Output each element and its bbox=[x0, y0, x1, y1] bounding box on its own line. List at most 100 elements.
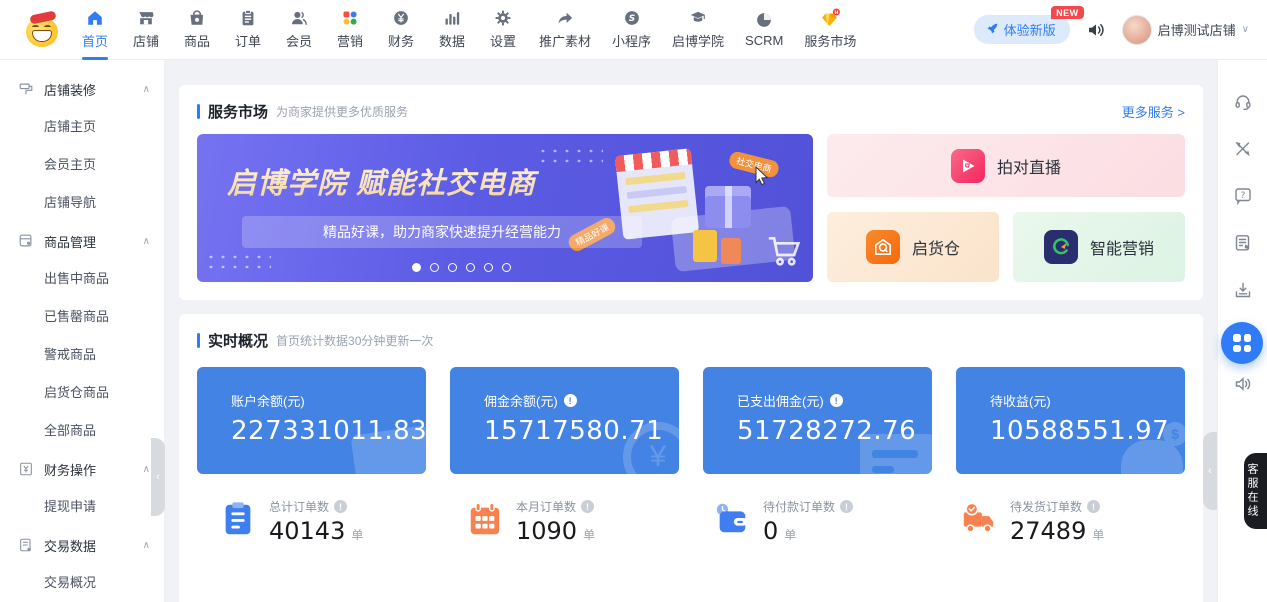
carousel-dots[interactable] bbox=[412, 263, 511, 272]
sidebar-item-goods-warning[interactable]: 警戒商品 bbox=[0, 336, 164, 374]
graduation-cap-icon bbox=[689, 9, 707, 27]
sidebar-item-goods-onsale[interactable]: 出售中商品 bbox=[0, 260, 164, 298]
orders-total-icon bbox=[219, 500, 257, 543]
chevron-down-icon: ∨ bbox=[1241, 24, 1249, 35]
topnav-item-service-market[interactable]: H 服务市场 bbox=[802, 0, 858, 60]
info-icon[interactable]: ! bbox=[1087, 500, 1101, 513]
feedback-form-icon[interactable] bbox=[1233, 233, 1253, 253]
topnav-item-goods[interactable]: 商品 bbox=[180, 0, 214, 60]
shop-selector[interactable]: 启博测试店铺 ∨ bbox=[1121, 14, 1249, 45]
info-icon[interactable]: ! bbox=[829, 394, 843, 407]
info-icon[interactable]: ! bbox=[840, 500, 854, 513]
topnav-item-scrm[interactable]: SCRM bbox=[743, 0, 785, 60]
topnav-item-orders[interactable]: 订单 bbox=[231, 0, 265, 60]
realtime-header: 实时概况 首页统计数据30分钟更新一次 bbox=[179, 314, 1203, 363]
try-new-version-button[interactable]: 体验新版 NEW bbox=[973, 6, 1084, 44]
service-live-card[interactable]: 拍对直播 bbox=[827, 134, 1185, 197]
sidebar-group-finance[interactable]: 财务操作 ∧ bbox=[0, 450, 164, 488]
balance-stat-row: 账户余额(元) 227331011.83 佣金余额(元)! 15717580.7… bbox=[179, 363, 1203, 474]
sidebar-item-trade-overview[interactable]: 交易概况 bbox=[0, 564, 164, 602]
service-market-header: 服务市场 为商家提供更多优质服务 更多服务 > bbox=[179, 85, 1203, 134]
chevron-up-icon: ∧ bbox=[142, 235, 150, 247]
svg-text:S: S bbox=[628, 14, 634, 24]
main-content: 服务市场 为商家提供更多优质服务 更多服务 > 精品好课 社交电商 启博学院 赋… bbox=[165, 60, 1217, 602]
warehouse-icon bbox=[865, 229, 900, 264]
stat-orders-unshipped[interactable]: 待发货订单数! 27489 单 bbox=[938, 498, 1185, 545]
promo-banner[interactable]: 精品好课 社交电商 启博学院 赋能社交电商 精品好课，助力商家快速提升经营能力 bbox=[197, 134, 813, 282]
apps-launcher-button[interactable] bbox=[1221, 322, 1263, 364]
topnav-item-shop[interactable]: 店铺 bbox=[129, 0, 163, 60]
stat-account-balance[interactable]: 账户余额(元) 227331011.83 bbox=[197, 367, 426, 474]
orders-unpaid-icon bbox=[713, 500, 751, 543]
marketing-icon bbox=[341, 9, 359, 27]
info-icon[interactable]: ! bbox=[334, 500, 348, 513]
rocket-icon bbox=[986, 22, 999, 38]
topnav-item-data[interactable]: 数据 bbox=[435, 0, 469, 60]
headset-icon[interactable] bbox=[1233, 92, 1253, 112]
section-title: 实时概况 bbox=[208, 333, 269, 350]
section-subtitle: 首页统计数据30分钟更新一次 bbox=[276, 334, 434, 348]
sidebar-item-goods-soldout[interactable]: 已售罄商品 bbox=[0, 298, 164, 336]
stat-commission-paid[interactable]: 已支出佣金(元)! 51728272.76 bbox=[703, 367, 932, 474]
sidebar-item-member-home[interactable]: 会员主页 bbox=[0, 146, 164, 184]
topnav-item-promo-material[interactable]: 推广素材 bbox=[537, 0, 593, 60]
service-market-card: 服务市场 为商家提供更多优质服务 更多服务 > 精品好课 社交电商 启博学院 赋… bbox=[179, 85, 1203, 300]
sidebar: 店铺装修 ∧ 店铺主页 会员主页 店铺导航 商品管理 ∧ 出售中商品 已售罄商品… bbox=[0, 60, 165, 602]
chevron-up-icon: ∧ bbox=[142, 539, 150, 551]
orders-month-icon bbox=[466, 500, 504, 543]
stat-orders-unpaid[interactable]: 待付款订单数! 0单 bbox=[691, 498, 938, 545]
piggybank-watermark-icon bbox=[1121, 422, 1185, 474]
goods-icon bbox=[18, 233, 34, 249]
more-services-link[interactable]: 更多服务 > bbox=[1122, 102, 1185, 121]
customer-service-badge[interactable]: 客服在线 bbox=[1244, 453, 1267, 529]
topnav-item-members[interactable]: 会员 bbox=[282, 0, 316, 60]
info-icon[interactable]: ! bbox=[581, 500, 595, 513]
order-stat-row: 总计订单数! 40143单 本月订单数! 1090单 待付款订单数! 0单 bbox=[179, 498, 1203, 545]
service-warehouse-card[interactable]: 启货仓 bbox=[827, 211, 999, 282]
miniprogram-icon: S bbox=[623, 9, 641, 27]
rail-collapse-handle[interactable]: ‹ bbox=[1203, 432, 1217, 510]
sidebar-item-shop-nav[interactable]: 店铺导航 bbox=[0, 184, 164, 222]
download-icon[interactable] bbox=[1233, 280, 1253, 300]
home-icon bbox=[86, 9, 104, 27]
banner-subtitle: 精品好课，助力商家快速提升经营能力 bbox=[242, 216, 642, 248]
topnav-item-home[interactable]: 首页 bbox=[78, 0, 112, 60]
new-badge: NEW bbox=[1051, 6, 1084, 19]
svg-text:H: H bbox=[835, 10, 839, 16]
trade-data-icon bbox=[18, 537, 34, 553]
service-smart-marketing-card[interactable]: 智能营销 bbox=[1013, 211, 1185, 282]
info-icon[interactable]: ! bbox=[563, 394, 577, 407]
pie-clock-icon bbox=[755, 11, 773, 29]
sidebar-item-shop-home[interactable]: 店铺主页 bbox=[0, 108, 164, 146]
qibo-logo[interactable] bbox=[22, 9, 62, 49]
topnav-item-settings[interactable]: 设置 bbox=[486, 0, 520, 60]
announce-speaker-icon[interactable] bbox=[1233, 374, 1253, 394]
topnav-item-marketing[interactable]: 营销 bbox=[333, 0, 367, 60]
card-watermark-icon bbox=[860, 434, 932, 474]
stat-commission-balance[interactable]: 佣金余额(元)! 15717580.71 ¥ bbox=[450, 367, 679, 474]
live-play-icon bbox=[950, 148, 985, 183]
sidebar-item-goods-all[interactable]: 全部商品 bbox=[0, 412, 164, 450]
design-tools-icon[interactable] bbox=[1233, 139, 1253, 159]
dot-pattern bbox=[205, 252, 271, 272]
stat-orders-month[interactable]: 本月订单数! 1090 单 bbox=[444, 498, 691, 545]
avatar bbox=[1121, 14, 1152, 45]
sidebar-group-goods[interactable]: 商品管理 ∧ bbox=[0, 222, 164, 260]
sidebar-item-goods-warehouse[interactable]: 启货仓商品 bbox=[0, 374, 164, 412]
topnav-item-academy[interactable]: 启博学院 bbox=[670, 0, 726, 60]
stat-pending-income[interactable]: 待收益(元) 10588551.97 bbox=[956, 367, 1185, 474]
help-icon[interactable]: ? bbox=[1233, 186, 1253, 206]
top-header: 首页 店铺 商品 订单 会员 营销 财务 数据 设置 推广素材 S 小程序 启博… bbox=[0, 0, 1267, 60]
title-accent-bar bbox=[197, 333, 200, 348]
storefront-icon bbox=[137, 9, 155, 27]
topnav-item-miniprogram[interactable]: S 小程序 bbox=[610, 0, 653, 60]
sidebar-group-decorate[interactable]: 店铺装修 ∧ bbox=[0, 70, 164, 108]
sidebar-collapse-handle[interactable]: ‹ bbox=[151, 438, 165, 516]
sidebar-group-trade-data[interactable]: 交易数据 ∧ bbox=[0, 526, 164, 564]
share-arrow-icon bbox=[556, 9, 574, 27]
stat-orders-total[interactable]: 总计订单数! 40143 单 bbox=[197, 498, 444, 545]
decorate-icon bbox=[18, 81, 34, 97]
announcement-icon[interactable] bbox=[1086, 20, 1106, 40]
topnav-item-finance[interactable]: 财务 bbox=[384, 0, 418, 60]
sidebar-item-withdraw[interactable]: 提现申请 bbox=[0, 488, 164, 526]
